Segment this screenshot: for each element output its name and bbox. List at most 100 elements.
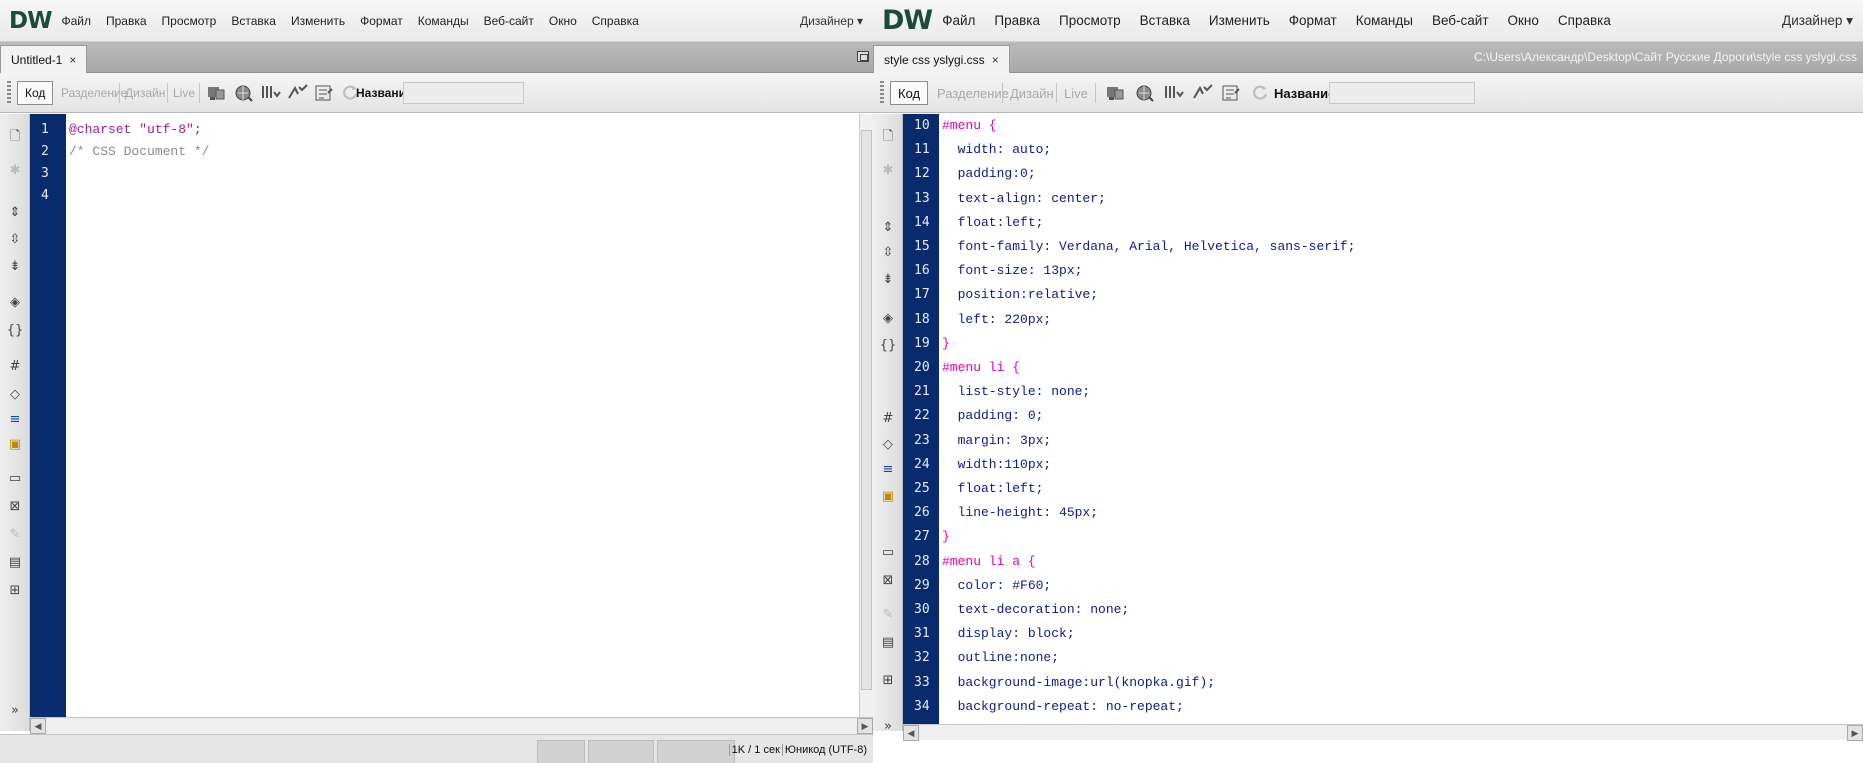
w3c-validation-icon[interactable]	[1192, 83, 1214, 103]
code-line[interactable]: /* CSS Document */	[69, 140, 209, 164]
horizontal-scrollbar[interactable]: ◀ ▶	[903, 724, 1863, 741]
live-view-button[interactable]: Live	[173, 86, 195, 100]
menu-file[interactable]: Файл	[61, 14, 91, 28]
menu-format[interactable]: Формат	[360, 14, 403, 28]
code-line[interactable]: }	[942, 332, 950, 356]
file-management-icon[interactable]	[260, 83, 282, 103]
toolbar-grip[interactable]	[7, 81, 11, 105]
move-css-icon[interactable]: ⊞	[880, 672, 896, 688]
line-numbers-icon[interactable]: #	[7, 358, 23, 374]
menu-commands[interactable]: Команды	[1356, 13, 1413, 28]
code-editor[interactable]: @charset "utf-8"; /* CSS Document */	[66, 114, 873, 717]
code-line[interactable]: width:110px;	[942, 453, 1052, 477]
collapse-selection-icon[interactable]: ⇳	[880, 244, 896, 260]
design-view-button[interactable]: Дизайн	[1010, 86, 1054, 101]
menu-edit[interactable]: Правка	[994, 13, 1040, 28]
split-view-button[interactable]: Разделение	[937, 86, 1009, 101]
apply-comment-icon[interactable]: ▭	[880, 544, 896, 560]
code-line[interactable]: }	[942, 525, 950, 549]
multiscreen-icon[interactable]	[206, 83, 228, 103]
scroll-right-icon[interactable]: ▶	[1847, 725, 1863, 741]
code-line[interactable]: position:relative;	[942, 283, 1098, 307]
scroll-left-icon[interactable]: ◀	[30, 718, 46, 734]
code-line[interactable]: #menu li a {	[942, 550, 1036, 574]
highlight-invalid-code-icon[interactable]: ◇	[7, 386, 23, 402]
code-line[interactable]: width: auto;	[942, 138, 1052, 162]
visual-aids-icon[interactable]	[314, 83, 336, 103]
code-line[interactable]: text-decoration: none;	[942, 598, 1130, 622]
menu-help[interactable]: Справка	[1558, 13, 1611, 28]
code-line[interactable]: float:left;	[942, 477, 1044, 501]
word-wrap-icon[interactable]: ≡	[880, 461, 896, 477]
close-icon[interactable]: ×	[992, 53, 999, 67]
code-line[interactable]: #menu li {	[942, 356, 1020, 380]
word-wrap-icon[interactable]: ≡	[7, 411, 23, 427]
menu-help[interactable]: Справка	[592, 14, 639, 28]
code-editor[interactable]: #menu { width: auto; padding:0; text-ali…	[939, 114, 1863, 724]
document-tab[interactable]: style css yslygi.css ×	[873, 45, 1010, 73]
code-line[interactable]: padding:0;	[942, 162, 1036, 186]
code-line[interactable]: color: #F60;	[942, 574, 1052, 598]
code-line[interactable]: background-repeat: no-repeat;	[942, 695, 1184, 719]
code-line[interactable]: #menu {	[942, 114, 997, 138]
file-management-icon[interactable]	[1163, 83, 1185, 103]
horizontal-scrollbar[interactable]: ◀ ▶	[30, 717, 873, 734]
status-panel-tab[interactable]	[537, 740, 585, 763]
recent-snippets-icon[interactable]: ▤	[7, 554, 23, 570]
remove-comment-icon[interactable]: ⊠	[7, 498, 23, 514]
split-view-button[interactable]: Разделение	[61, 86, 127, 100]
menu-insert[interactable]: Вставка	[1140, 13, 1190, 28]
wrap-tag-icon[interactable]: ✎	[7, 526, 23, 542]
menu-window[interactable]: Окно	[549, 14, 577, 28]
syntax-coloring-icon[interactable]: ▣	[880, 488, 896, 504]
encoding-indicator[interactable]: Юникод (UTF-8)	[781, 744, 869, 756]
menu-view[interactable]: Просмотр	[162, 14, 217, 28]
recent-snippets-icon[interactable]: ▤	[880, 634, 896, 650]
syntax-coloring-icon[interactable]: ▣	[7, 436, 23, 452]
scroll-thumb[interactable]	[861, 130, 872, 690]
w3c-validation-icon[interactable]	[287, 83, 309, 103]
code-view-button[interactable]: Код	[17, 81, 54, 105]
toolbar-grip[interactable]	[880, 81, 884, 105]
menu-site[interactable]: Веб-сайт	[1432, 13, 1489, 28]
collapse-full-tag-icon[interactable]: ⇕	[880, 219, 896, 235]
menu-insert[interactable]: Вставка	[231, 14, 276, 28]
menu-modify[interactable]: Изменить	[291, 14, 345, 28]
more-tools-icon[interactable]: »	[880, 718, 896, 734]
code-line[interactable]: margin: 3px;	[942, 429, 1052, 453]
code-line[interactable]: @charset "utf-8";	[69, 118, 202, 142]
refresh-icon[interactable]	[1250, 83, 1272, 103]
code-line[interactable]: display: block;	[942, 622, 1075, 646]
line-numbers-icon[interactable]: #	[880, 410, 896, 426]
code-line[interactable]: font-family: Verdana, Arial, Helvetica, …	[942, 235, 1356, 259]
open-documents-icon[interactable]: 🗋	[880, 129, 896, 146]
workspace-switcher[interactable]: Дизайнер ▾	[800, 14, 863, 28]
expand-all-icon[interactable]: ⇟	[7, 258, 23, 274]
code-line[interactable]: font-size: 13px;	[942, 259, 1083, 283]
vertical-scrollbar[interactable]	[859, 114, 873, 717]
status-panel-tab[interactable]	[657, 740, 735, 763]
code-view-button[interactable]: Код	[890, 81, 929, 105]
code-line[interactable]: background-image:url(knopka.gif);	[942, 671, 1215, 695]
title-input[interactable]	[1329, 82, 1475, 104]
title-input[interactable]	[403, 82, 524, 104]
balance-braces-icon[interactable]: {}	[880, 337, 897, 353]
design-view-button[interactable]: Дизайн	[125, 86, 165, 100]
document-tab[interactable]: Untitled-1 ×	[0, 45, 88, 73]
code-line[interactable]: left: 220px;	[942, 308, 1052, 332]
status-panel-tab[interactable]	[588, 740, 654, 763]
move-css-icon[interactable]: ⊞	[7, 582, 23, 598]
menu-view[interactable]: Просмотр	[1059, 13, 1121, 28]
close-icon[interactable]: ×	[69, 53, 76, 67]
menu-window[interactable]: Окно	[1508, 13, 1539, 28]
multiscreen-icon[interactable]	[1105, 83, 1127, 103]
expand-all-icon[interactable]: ⇟	[880, 271, 896, 287]
select-parent-tag-icon[interactable]: ◈	[880, 310, 896, 326]
select-parent-tag-icon[interactable]: ◈	[7, 294, 23, 310]
visual-aids-icon[interactable]	[1221, 83, 1243, 103]
scroll-right-icon[interactable]: ▶	[857, 718, 873, 734]
code-line[interactable]: padding: 0;	[942, 404, 1044, 428]
balance-braces-icon[interactable]: {}	[7, 322, 24, 338]
show-code-navigator-icon[interactable]: ✱	[7, 162, 23, 178]
menu-edit[interactable]: Правка	[106, 14, 147, 28]
